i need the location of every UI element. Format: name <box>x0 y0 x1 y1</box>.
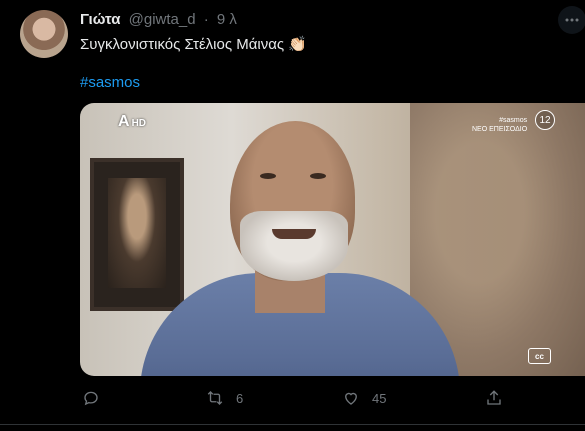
closed-captions-icon: cc <box>528 348 551 364</box>
overlay-new-episode: ΝΕΟ ΕΠΕΙΣΟΔΙΟ <box>472 126 528 133</box>
reply-button[interactable] <box>82 389 100 407</box>
more-options-button[interactable] <box>558 6 585 34</box>
tweet-media[interactable]: A HD #sasmos ΝΕΟ ΕΠΕΙΣΟΔΙΟ 12 cc <box>80 103 585 376</box>
wall-portrait <box>90 158 184 311</box>
avatar[interactable] <box>20 10 68 58</box>
episode-overlay: #sasmos ΝΕΟ ΕΠΕΙΣΟΔΙΟ <box>472 116 527 134</box>
reply-icon <box>84 391 98 406</box>
timestamp[interactable]: 9 λ <box>217 11 237 28</box>
overlay-hashtag: #sasmos <box>499 117 528 124</box>
channel-logo: A HD <box>118 113 146 131</box>
channel-hd-label: HD <box>131 118 147 129</box>
age-rating-badge: 12 <box>535 110 555 130</box>
separator-dot: · <box>203 11 209 28</box>
man-mouth <box>272 229 316 239</box>
retweet-button[interactable]: 6 <box>206 389 243 407</box>
tweet-divider <box>0 424 585 425</box>
left-eye <box>260 173 276 179</box>
display-name[interactable]: Γιώτα <box>80 11 120 28</box>
clapping-emoji: 👏🏻 <box>288 36 307 53</box>
channel-logo-letter: A <box>118 113 130 130</box>
like-button[interactable]: 45 <box>342 389 386 407</box>
share-icon <box>487 390 501 405</box>
tweet[interactable]: Γιώτα @giwta_d · 9 λ Συγκλονιστικός Στέλ… <box>0 0 585 431</box>
share-button[interactable] <box>485 389 503 407</box>
tweet-actions: 6 45 <box>80 389 585 413</box>
portrait-figure <box>108 178 166 288</box>
right-eye <box>310 173 326 179</box>
more-icon <box>565 18 579 22</box>
tweet-text-content: Συγκλονιστικός Στέλιος Μάινας <box>80 36 285 53</box>
like-count: 45 <box>372 390 387 406</box>
hashtag-link[interactable]: #sasmos <box>80 74 140 91</box>
tweet-header: Γιώτα @giwta_d · 9 λ <box>80 11 237 28</box>
tweet-text: Συγκλονιστικός Στέλιος Μάινας 👏🏻 <box>80 35 307 53</box>
user-handle[interactable]: @giwta_d <box>129 11 196 28</box>
retweet-icon <box>207 391 223 405</box>
heart-icon <box>345 392 357 405</box>
man-beard <box>240 211 348 281</box>
retweet-count: 6 <box>236 390 244 406</box>
